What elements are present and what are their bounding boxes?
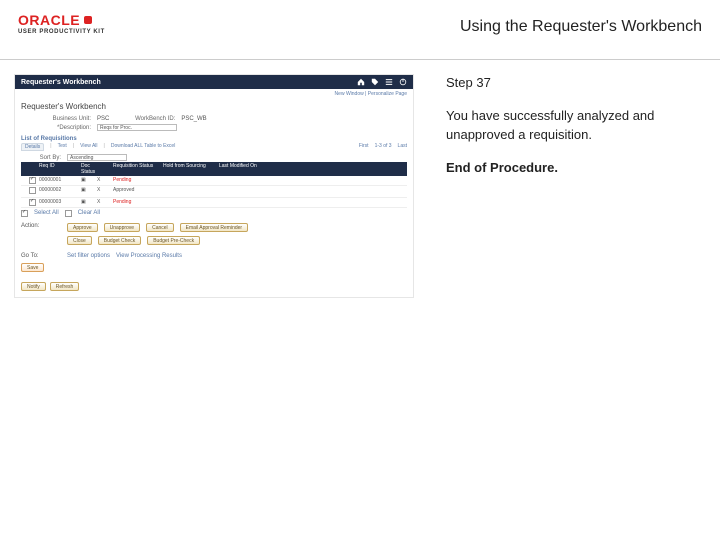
upk-subtitle: USER PRODUCTIVITY KIT	[18, 29, 178, 35]
sort-select[interactable]: Ascending	[67, 154, 127, 161]
tab-text[interactable]: Text	[58, 143, 67, 151]
app-title: Requester's Workbench	[21, 79, 357, 86]
table-row[interactable]: 00000001 ▣ X Pending	[21, 176, 407, 186]
logo-dot-icon	[84, 16, 92, 24]
breadcrumb[interactable]: New Window | Personalize Page	[15, 89, 413, 99]
titlebar-icons	[357, 78, 407, 86]
pager-last[interactable]: Last	[398, 143, 407, 151]
step-label: Step 37	[446, 74, 704, 93]
app-screenshot: Requester's Workbench New Window | Perso…	[14, 74, 414, 298]
instruction-text: You have successfully analyzed and unapp…	[446, 107, 704, 145]
header: ORACLE USER PRODUCTIVITY KIT Using the R…	[0, 0, 720, 60]
bu-label: Business Unit:	[21, 116, 91, 122]
bu-value: PSC	[97, 116, 109, 122]
unapprove-button[interactable]: Unapprove	[104, 223, 140, 232]
doc-status-icon[interactable]: ▣	[81, 199, 86, 205]
clear-all-link[interactable]: Clear All	[78, 210, 100, 217]
refresh-button[interactable]: Refresh	[50, 282, 80, 291]
download-link[interactable]: Download ALL Table to Excel	[111, 143, 176, 151]
desc-label: *Description:	[21, 125, 91, 131]
sort-label: Sort By:	[21, 155, 61, 161]
col-reqid: Req ID	[35, 163, 77, 175]
select-all-link[interactable]: Select All	[34, 210, 59, 217]
logo-text: ORACLE	[18, 12, 80, 28]
email-reminder-button[interactable]: Email Approval Reminder	[180, 223, 248, 232]
oracle-logo: ORACLE	[18, 12, 178, 28]
page-title: Using the Requester's Workbench	[178, 12, 702, 36]
col-reqstatus: Requisition Status	[109, 163, 159, 175]
notify-button[interactable]: Notify	[21, 282, 46, 291]
app-titlebar: Requester's Workbench	[15, 75, 413, 89]
col-docstatus: Doc Status	[77, 163, 93, 175]
col-select	[25, 163, 35, 175]
tag-icon[interactable]	[371, 78, 379, 86]
col-modified: Last Modified On	[215, 163, 271, 175]
select-all-checkbox[interactable]	[21, 210, 28, 217]
action-label: Action:	[21, 223, 61, 232]
screenshot-panel: Requester's Workbench New Window | Perso…	[0, 60, 430, 540]
table-row[interactable]: 00000003 ▣ X Pending	[21, 198, 407, 208]
goto-label: Go To:	[21, 253, 61, 259]
set-filter-link[interactable]: Set filter options	[67, 253, 110, 259]
list-section-header: List of Requisitions	[15, 132, 413, 143]
grid-header: Req ID Doc Status Requisition Status Hol…	[21, 162, 407, 176]
body: Requester's Workbench New Window | Perso…	[0, 60, 720, 540]
table-row[interactable]: 00000002 ▣ X Approved	[21, 186, 407, 198]
close-button[interactable]: Close	[67, 236, 92, 245]
budget-precheck-button[interactable]: Budget Pre-Check	[147, 236, 200, 245]
grid-tabs: Details | Text | View All | Download ALL…	[15, 143, 413, 153]
save-button[interactable]: Save	[21, 263, 44, 272]
col-hold: Hold from Sourcing	[159, 163, 215, 175]
approve-button[interactable]: Approve	[67, 223, 98, 232]
view-all-link[interactable]: View All	[80, 143, 97, 151]
col-blank	[93, 163, 109, 175]
pager-count: 1-3 of 3	[375, 143, 392, 151]
desc-input[interactable]: Reqs for Proc.	[97, 124, 177, 131]
wb-value: PSC_WB	[181, 116, 206, 122]
doc-status-icon[interactable]: ▣	[81, 187, 86, 193]
doc-status-icon[interactable]: ▣	[81, 177, 86, 183]
view-results-link[interactable]: View Processing Results	[116, 253, 182, 259]
clear-all-checkbox[interactable]	[65, 210, 72, 217]
budget-check-button[interactable]: Budget Check	[98, 236, 141, 245]
signout-icon[interactable]	[399, 78, 407, 86]
end-of-procedure: End of Procedure.	[446, 159, 704, 178]
logo-block: ORACLE USER PRODUCTIVITY KIT	[18, 12, 178, 35]
pager-first[interactable]: First	[359, 143, 369, 151]
section-title: Requester's Workbench	[15, 99, 413, 115]
home-icon[interactable]	[357, 78, 365, 86]
cancel-button[interactable]: Cancel	[146, 223, 174, 232]
menu-icon[interactable]	[385, 78, 393, 86]
wb-label: WorkBench ID:	[115, 116, 175, 122]
tab-details[interactable]: Details	[21, 143, 44, 151]
instruction-panel: Step 37 You have successfully analyzed a…	[430, 60, 720, 540]
